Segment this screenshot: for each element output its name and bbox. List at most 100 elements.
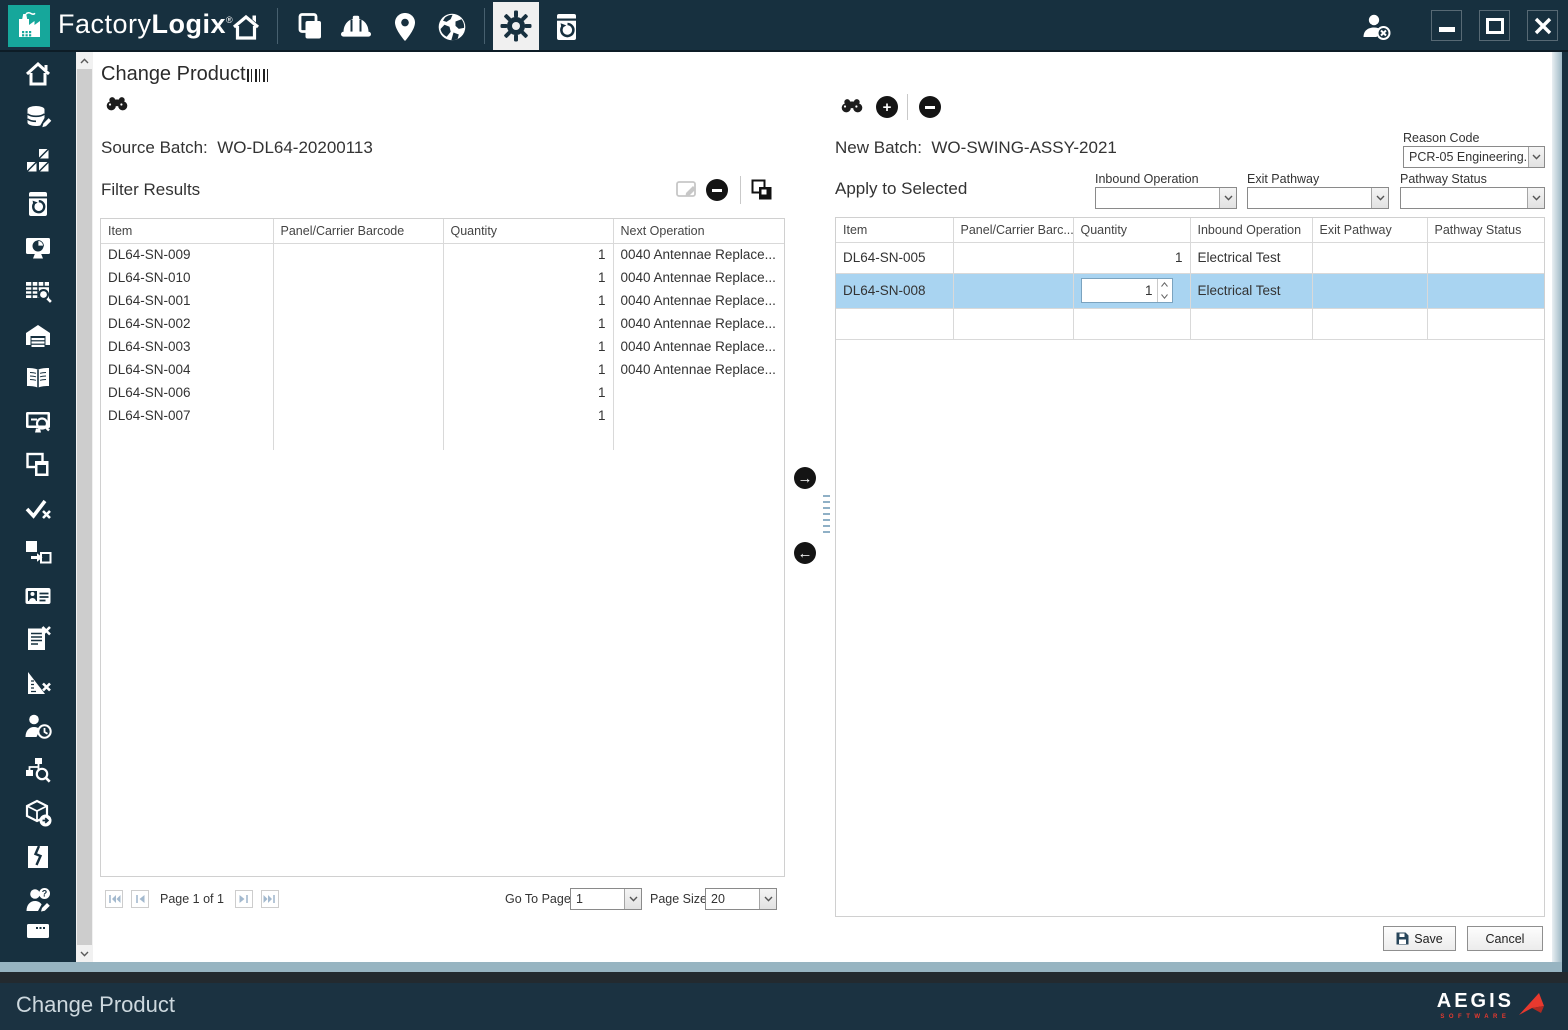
inbound-operation-select[interactable]: [1095, 187, 1237, 209]
scrollbar-thumb[interactable]: [77, 69, 92, 945]
last-page-icon[interactable]: [261, 890, 279, 908]
sidebar-copy-windows-icon[interactable]: [0, 444, 76, 488]
col-next-operation[interactable]: Next Operation: [613, 219, 784, 243]
sidebar-move-material-icon[interactable]: [0, 531, 76, 575]
binoculars-icon[interactable]: [841, 98, 863, 118]
remove-circle-icon[interactable]: [919, 96, 941, 118]
history-icon[interactable]: [548, 9, 584, 45]
sidebar-warehouse-icon[interactable]: [0, 313, 76, 357]
pathway-status-select[interactable]: [1400, 187, 1545, 209]
source-batch-value: WO-DL64-20200113: [217, 138, 373, 157]
reason-code-select[interactable]: PCR-05 Engineering...: [1403, 146, 1545, 168]
col-quantity[interactable]: Quantity: [1073, 218, 1190, 242]
col-quantity[interactable]: Quantity: [443, 219, 613, 243]
table-row[interactable]: DL64-SN-00410040 Antennae Replace...: [101, 358, 784, 381]
sidebar-ruler-remove-icon[interactable]: [0, 661, 76, 705]
brand-name: FactoryLogix®: [58, 9, 233, 40]
sidebar-documentation-book-icon[interactable]: [0, 357, 76, 401]
gear-icon[interactable]: [493, 2, 539, 50]
home-icon[interactable]: [228, 9, 264, 45]
sidebar-dashboard-monitor-icon[interactable]: [0, 226, 76, 270]
copy-pages-icon[interactable]: [292, 9, 328, 45]
cancel-button[interactable]: Cancel: [1467, 926, 1543, 951]
table-row[interactable]: DL64-SN-0071: [101, 404, 784, 427]
sidebar-hierarchy-search-icon[interactable]: [0, 748, 76, 792]
scroll-up-icon[interactable]: [76, 52, 93, 69]
col-pathway-status[interactable]: Pathway Status: [1427, 218, 1544, 242]
source-batch: Source Batch: WO-DL64-20200113: [101, 138, 373, 158]
edit-disabled-icon: [676, 180, 698, 205]
col-item[interactable]: Item: [836, 218, 953, 242]
binoculars-icon[interactable]: [106, 96, 128, 116]
chevron-down-icon: [1527, 188, 1544, 208]
sidebar-id-card-icon[interactable]: [0, 574, 76, 618]
add-circle-icon[interactable]: +: [876, 96, 898, 118]
sidebar-batch-history-icon[interactable]: [0, 183, 76, 227]
exit-pathway-select[interactable]: [1247, 187, 1389, 209]
scroll-down-icon[interactable]: [76, 945, 93, 962]
sidebar-list-remove-icon[interactable]: [0, 618, 76, 662]
table-row[interactable]: DL64-SN-00910040 Antennae Replace...: [101, 243, 784, 266]
sidebar-home-icon[interactable]: [0, 52, 76, 96]
table-row[interactable]: DL64-SN-00110040 Antennae Replace...: [101, 289, 784, 312]
location-pin-icon[interactable]: [387, 9, 423, 45]
sidebar-scrollbar[interactable]: [76, 52, 93, 962]
table-row-selected[interactable]: DL64-SN-008 Electrical Test: [836, 273, 1544, 308]
stepper-down-icon[interactable]: [1158, 291, 1172, 303]
barcode-icon[interactable]: [247, 69, 269, 87]
invert-selection-icon[interactable]: [751, 179, 773, 206]
maximize-button[interactable]: [1479, 10, 1510, 41]
inbound-operation-label: Inbound Operation: [1095, 172, 1199, 186]
quantity-stepper[interactable]: [1081, 278, 1173, 303]
sidebar-person-question-icon[interactable]: ?: [0, 879, 76, 923]
table-header-row: Item Panel/Carrier Barcode Quantity Next…: [101, 219, 784, 243]
col-exit-pathway[interactable]: Exit Pathway: [1312, 218, 1427, 242]
table-row[interactable]: DL64-SN-00310040 Antennae Replace...: [101, 335, 784, 358]
move-left-icon[interactable]: ←: [794, 542, 816, 564]
sidebar-check-remove-icon[interactable]: [0, 487, 76, 531]
table-row[interactable]: DL64-SN-00210040 Antennae Replace...: [101, 312, 784, 335]
col-item[interactable]: Item: [101, 219, 273, 243]
first-page-icon[interactable]: [105, 890, 123, 908]
sidebar-terminal-icon[interactable]: [0, 922, 76, 950]
chevron-down-icon: [1219, 188, 1236, 208]
goto-page-label: Go To Page: [505, 892, 571, 906]
user-signout-icon[interactable]: [1358, 9, 1394, 45]
sidebar-box-export-icon[interactable]: [0, 792, 76, 836]
reason-code-label: Reason Code: [1403, 131, 1479, 145]
quantity-input[interactable]: [1082, 279, 1157, 302]
new-batch-label: New Batch:: [835, 138, 922, 157]
table-row[interactable]: DL64-SN-005 1 Electrical Test: [836, 242, 1544, 273]
splitter-grip[interactable]: [823, 495, 830, 535]
sidebar-person-time-icon[interactable]: [0, 705, 76, 749]
next-page-icon[interactable]: [235, 890, 253, 908]
prev-page-icon[interactable]: [131, 890, 149, 908]
save-button[interactable]: Save: [1383, 926, 1456, 951]
page-indicator: Page 1 of 1: [157, 892, 227, 906]
factorylogix-logo: [8, 5, 50, 47]
goto-page-select[interactable]: 1: [570, 888, 642, 910]
hard-hat-icon[interactable]: [338, 9, 374, 45]
page-size-select[interactable]: 20: [705, 888, 777, 910]
table-row[interactable]: DL64-SN-01010040 Antennae Replace...: [101, 266, 784, 289]
remove-filter-icon[interactable]: [706, 179, 728, 201]
sidebar-broken-package-icon[interactable]: [0, 835, 76, 879]
close-button[interactable]: [1527, 10, 1558, 41]
aegis-logo: AEGIS SOFTWARE: [1437, 989, 1546, 1021]
table-row[interactable]: DL64-SN-0061: [101, 381, 784, 404]
minimize-button[interactable]: [1431, 10, 1462, 41]
move-right-icon[interactable]: →: [794, 467, 816, 489]
col-panel-barcode[interactable]: Panel/Carrier Barcode: [273, 219, 443, 243]
pathway-status-label: Pathway Status: [1400, 172, 1487, 186]
col-inbound-operation[interactable]: Inbound Operation: [1190, 218, 1312, 242]
sidebar-product-blocks-icon[interactable]: [0, 139, 76, 183]
filter-results-label: Filter Results: [101, 180, 200, 200]
globe-icon[interactable]: [434, 9, 470, 45]
filter-results-table: Item Panel/Carrier Barcode Quantity Next…: [100, 218, 785, 877]
sidebar-table-search-icon[interactable]: [0, 270, 76, 314]
chevron-down-icon: [1528, 147, 1544, 167]
stepper-up-icon[interactable]: [1158, 279, 1172, 291]
sidebar-monitor-search-icon[interactable]: [0, 400, 76, 444]
sidebar-database-edit-icon[interactable]: [0, 96, 76, 140]
col-panel-barcode[interactable]: Panel/Carrier Barc...: [953, 218, 1073, 242]
